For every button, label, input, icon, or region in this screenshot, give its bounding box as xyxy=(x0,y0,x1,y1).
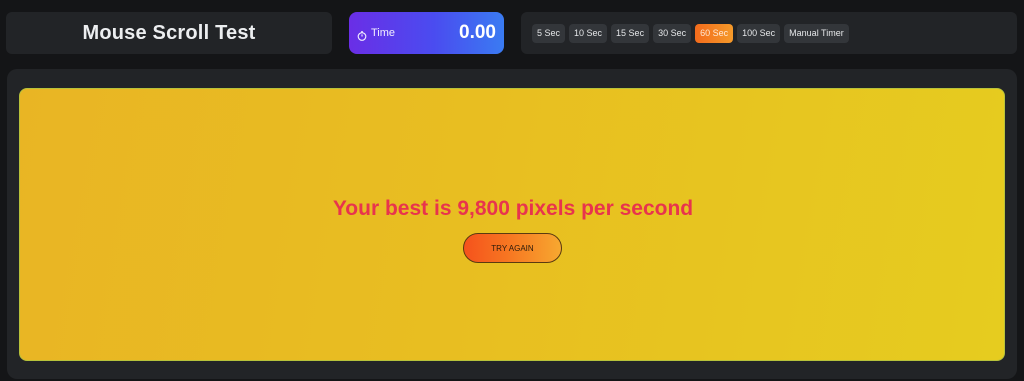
stopwatch-icon xyxy=(357,28,367,41)
time-label: Time xyxy=(371,27,396,39)
timer-option-15-sec[interactable]: 15 Sec xyxy=(611,23,650,43)
top-bar: Mouse Scroll Test Time 0.00 5 Sec 10 Sec… xyxy=(0,0,1024,60)
result-message: Your best is 9,800 pixels per second xyxy=(332,197,694,220)
timer-option-5-sec[interactable]: 5 Sec xyxy=(532,23,566,43)
try-again-button[interactable]: TRY AGAIN xyxy=(463,233,562,263)
scroll-test-area[interactable]: Your best is 9,800 pixels per second TRY… xyxy=(19,88,1005,361)
timer-option-manual[interactable]: Manual Timer xyxy=(784,23,849,43)
timer-option-100-sec[interactable]: 100 Sec xyxy=(737,23,781,43)
time-label-group: Time xyxy=(357,27,396,41)
title-panel: Mouse Scroll Test xyxy=(6,12,332,54)
timer-option-30-sec[interactable]: 30 Sec xyxy=(653,23,692,43)
timer-options: 5 Sec 10 Sec 15 Sec 30 Sec 60 Sec 100 Se… xyxy=(521,12,1017,54)
timer-option-60-sec[interactable]: 60 Sec xyxy=(695,23,734,43)
page-title: Mouse Scroll Test xyxy=(82,21,256,44)
timer-option-10-sec[interactable]: 10 Sec xyxy=(569,23,608,43)
time-value: 0.00 xyxy=(459,22,496,43)
time-display: Time 0.00 xyxy=(349,12,504,54)
